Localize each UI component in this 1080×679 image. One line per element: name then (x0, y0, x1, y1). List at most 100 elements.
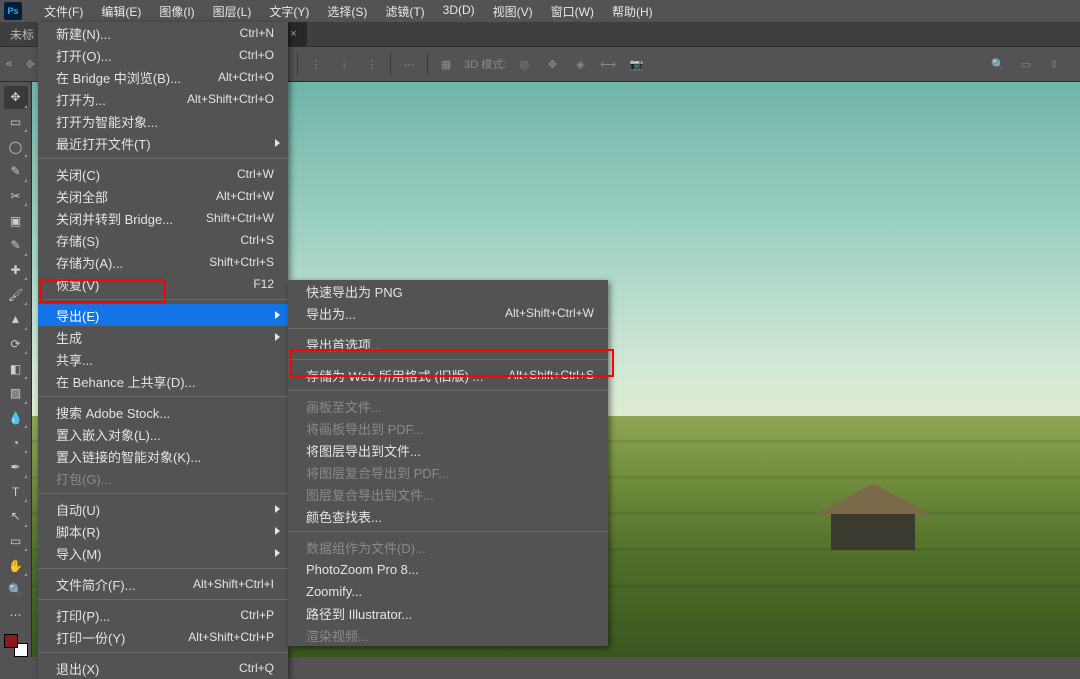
camera-icon[interactable]: 📷 (626, 54, 646, 74)
shape-tool[interactable]: ▭ (4, 530, 28, 553)
menu-item-label: 共享... (56, 350, 93, 369)
menu-item-存储为(A)...[interactable]: 存储为(A)...Shift+Ctrl+S (38, 251, 288, 273)
menu-编辑(E)[interactable]: 编辑(E) (93, 0, 149, 23)
eraser-tool[interactable]: ◧ (4, 357, 28, 380)
gradient-tool[interactable]: ▨ (4, 382, 28, 405)
menu-item-打开为...[interactable]: 打开为...Alt+Shift+Ctrl+O (38, 88, 288, 110)
hand-tool[interactable]: ✋ (4, 554, 28, 577)
menu-item-存储为 Web 所用格式 (旧版) ...[interactable]: 存储为 Web 所用格式 (旧版) ...Alt+Shift+Ctrl+S (288, 364, 608, 386)
menu-item-新建(N)...[interactable]: 新建(N)...Ctrl+N (38, 22, 288, 44)
menu-item-导入(M)[interactable]: 导入(M) (38, 542, 288, 564)
blur-tool[interactable]: 💧 (4, 407, 28, 430)
menu-item-自动(U)[interactable]: 自动(U) (38, 498, 288, 520)
menu-item-打开为智能对象...[interactable]: 打开为智能对象... (38, 110, 288, 132)
distribute-v-icon[interactable]: ⋮ (334, 54, 354, 74)
menu-item-退出(X)[interactable]: 退出(X)Ctrl+Q (38, 657, 288, 679)
menu-item-label: Zoomify... (306, 584, 362, 599)
menu-item-关闭全部[interactable]: 关闭全部Alt+Ctrl+W (38, 185, 288, 207)
menu-item-在 Bridge 中浏览(B)...[interactable]: 在 Bridge 中浏览(B)...Alt+Ctrl+O (38, 66, 288, 88)
menu-item-将图层导出到文件...[interactable]: 将图层导出到文件... (288, 439, 608, 461)
menu-图像(I)[interactable]: 图像(I) (151, 0, 202, 23)
frame-tool[interactable]: ▣ (4, 209, 28, 232)
orbit-icon[interactable]: ◎ (514, 54, 534, 74)
menu-图层(L)[interactable]: 图层(L) (205, 0, 260, 23)
clone-tool[interactable]: ▲ (4, 308, 28, 331)
type-tool[interactable]: T (4, 481, 28, 504)
menu-item-打印一份(Y)[interactable]: 打印一份(Y)Alt+Shift+Ctrl+P (38, 626, 288, 648)
healing-tool[interactable]: ✚ (4, 259, 28, 282)
separator (390, 54, 391, 74)
menu-item-导出首选项...[interactable]: 导出首选项... (288, 333, 608, 355)
menu-item-label: 导出(E) (56, 306, 99, 325)
menu-滤镜(T)[interactable]: 滤镜(T) (377, 0, 432, 23)
menu-item-置入嵌入对象(L)...[interactable]: 置入嵌入对象(L)... (38, 423, 288, 445)
menu-item-文件简介(F)...[interactable]: 文件简介(F)...Alt+Shift+Ctrl+I (38, 573, 288, 595)
distribute-h-icon[interactable]: ⋮ (306, 54, 326, 74)
menu-item-label: 渲染视频... (306, 626, 369, 645)
menu-separator (38, 396, 288, 397)
close-icon[interactable]: × (290, 28, 296, 40)
menu-item-打印(P)...[interactable]: 打印(P)...Ctrl+P (38, 604, 288, 626)
search-icon[interactable]: 🔍 (988, 54, 1008, 74)
menu-item-label: 导出为... (306, 304, 356, 323)
marquee-tool[interactable]: ▭ (4, 111, 28, 134)
lasso-tool[interactable]: ◯ (4, 135, 28, 158)
foreground-swatch[interactable] (4, 634, 18, 648)
menu-3D(D)[interactable]: 3D(D) (435, 0, 483, 23)
menu-文件(F)[interactable]: 文件(F) (36, 0, 91, 23)
menu-item-PhotoZoom Pro 8...[interactable]: PhotoZoom Pro 8... (288, 558, 608, 580)
menu-item-置入链接的智能对象(K)...[interactable]: 置入链接的智能对象(K)... (38, 445, 288, 467)
menu-item-搜索 Adobe Stock...[interactable]: 搜索 Adobe Stock... (38, 401, 288, 423)
brush-tool[interactable]: 🖌 (4, 283, 28, 306)
menu-选择(S)[interactable]: 选择(S) (319, 0, 375, 23)
quick-select-tool[interactable]: ✎ (4, 160, 28, 183)
menu-item-打包(G)...: 打包(G)... (38, 467, 288, 489)
eyedropper-tool[interactable]: ✎ (4, 234, 28, 257)
align-to-icon[interactable]: ▦ (436, 54, 456, 74)
menu-shortcut: Shift+Ctrl+S (209, 255, 274, 269)
menu-item-生成[interactable]: 生成 (38, 326, 288, 348)
distribute-icon[interactable]: ⋮ (362, 54, 382, 74)
dodge-tool[interactable]: ◔ (4, 431, 28, 454)
more-options-icon[interactable]: ⋯ (399, 54, 419, 74)
menu-item-快速导出为 PNG[interactable]: 快速导出为 PNG (288, 280, 608, 302)
slide-icon[interactable]: ⟷ (598, 54, 618, 74)
menu-帮助(H)[interactable]: 帮助(H) (604, 0, 661, 23)
menu-item-恢复(V)[interactable]: 恢复(V)F12 (38, 273, 288, 295)
menu-视图(V)[interactable]: 视图(V) (485, 0, 541, 23)
workspace-icon[interactable]: ▭ (1016, 54, 1036, 74)
expand-icon[interactable]: « (6, 58, 12, 70)
mode-3d-label: 3D 模式: (464, 56, 506, 72)
path-select-tool[interactable]: ↖ (4, 505, 28, 528)
menu-item-共享...[interactable]: 共享... (38, 348, 288, 370)
share-icon[interactable]: ⇧ (1044, 54, 1064, 74)
menu-文字(Y)[interactable]: 文字(Y) (261, 0, 317, 23)
menu-item-最近打开文件(T)[interactable]: 最近打开文件(T) (38, 132, 288, 154)
menu-item-在 Behance 上共享(D)...[interactable]: 在 Behance 上共享(D)... (38, 370, 288, 392)
menu-item-关闭(C)[interactable]: 关闭(C)Ctrl+W (38, 163, 288, 185)
menu-shortcut: Ctrl+N (240, 26, 274, 40)
color-swatches[interactable] (4, 634, 28, 657)
menu-item-打开(O)...[interactable]: 打开(O)...Ctrl+O (38, 44, 288, 66)
zoom-tool[interactable]: 🔍 (4, 579, 28, 602)
history-brush-tool[interactable]: ⟳ (4, 333, 28, 356)
menu-item-导出为...[interactable]: 导出为...Alt+Shift+Ctrl+W (288, 302, 608, 324)
menu-item-导出(E)[interactable]: 导出(E) (38, 304, 288, 326)
menu-separator (38, 299, 288, 300)
submenu-arrow-icon (275, 311, 280, 319)
move-tool[interactable]: ✥ (4, 86, 28, 109)
menu-窗口(W)[interactable]: 窗口(W) (543, 0, 602, 23)
menu-item-关闭并转到 Bridge...[interactable]: 关闭并转到 Bridge...Shift+Ctrl+W (38, 207, 288, 229)
pan-icon[interactable]: ✥ (542, 54, 562, 74)
pen-tool[interactable]: ✒ (4, 456, 28, 479)
menu-item-Zoomify...[interactable]: Zoomify... (288, 580, 608, 602)
menu-shortcut: Ctrl+Q (239, 661, 274, 675)
menu-item-脚本(R)[interactable]: 脚本(R) (38, 520, 288, 542)
menu-item-label: 画板至文件... (306, 397, 382, 416)
menu-item-路径到 Illustrator...[interactable]: 路径到 Illustrator... (288, 602, 608, 624)
dolly-icon[interactable]: ◈ (570, 54, 590, 74)
menu-item-存储(S)[interactable]: 存储(S)Ctrl+S (38, 229, 288, 251)
crop-tool[interactable]: ✂ (4, 185, 28, 208)
edit-toolbar[interactable]: ⋯ (4, 604, 28, 627)
menu-item-颜色查找表...[interactable]: 颜色查找表... (288, 505, 608, 527)
